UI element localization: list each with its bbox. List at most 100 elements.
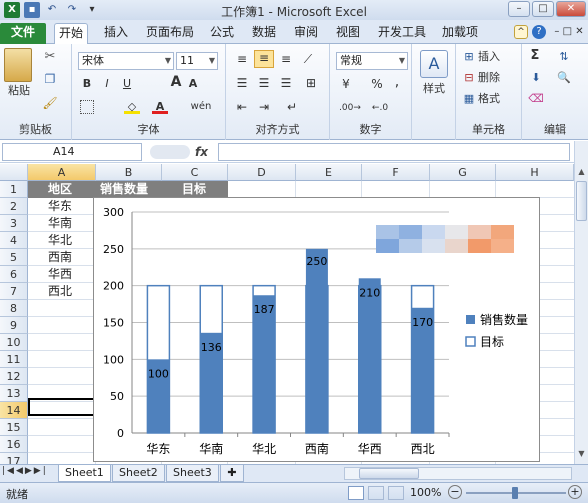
delete-cells-icon[interactable]: ⊟ xyxy=(462,71,476,85)
font-size-select[interactable]: 11 ▼ xyxy=(176,52,218,70)
row-header-14[interactable]: 14 xyxy=(0,402,28,419)
row-header-2[interactable]: 2 xyxy=(0,198,28,215)
column-header-c[interactable]: C xyxy=(162,164,228,181)
row-header-4[interactable]: 4 xyxy=(0,232,28,249)
row-header-17[interactable]: 17 xyxy=(0,453,28,464)
align-center-icon[interactable]: ☰ xyxy=(256,76,272,90)
underline-button[interactable]: U xyxy=(120,77,134,91)
cell-c1[interactable]: 目标 xyxy=(162,181,228,198)
tab-review[interactable]: 审阅 xyxy=(290,23,322,44)
column-header-b[interactable]: B xyxy=(96,164,162,181)
paste-button-label[interactable]: 粘贴 xyxy=(4,84,34,98)
row-header-5[interactable]: 5 xyxy=(0,249,28,266)
align-middle-icon[interactable]: ≡ xyxy=(254,50,274,68)
cut-icon[interactable]: ✂ xyxy=(42,50,58,64)
row-header-10[interactable]: 10 xyxy=(0,334,28,351)
column-header-e[interactable]: E xyxy=(296,164,362,181)
tab-addins[interactable]: 加载项 xyxy=(438,23,482,44)
sheet-tab-2[interactable]: Sheet2 xyxy=(112,465,165,482)
bold-button[interactable]: B xyxy=(80,77,94,91)
shrink-font-icon[interactable]: A xyxy=(186,77,200,91)
page-break-view-icon[interactable] xyxy=(388,486,404,500)
vertical-scrollbar[interactable]: ▲ ▼ xyxy=(574,141,588,465)
workbook-window-controls[interactable]: – □ ✕ xyxy=(552,25,586,39)
number-format-select[interactable]: 常规 ▼ xyxy=(336,52,408,70)
scroll-up-icon[interactable]: ▲ xyxy=(576,165,587,179)
column-header-a[interactable]: A xyxy=(28,164,96,181)
selected-cell-a14[interactable] xyxy=(28,398,98,416)
select-all-corner[interactable] xyxy=(0,164,28,181)
close-button[interactable]: ✕ xyxy=(556,1,586,17)
cell-a2[interactable]: 华东 xyxy=(28,198,96,215)
cell-b1[interactable]: 销售数量 xyxy=(96,181,162,198)
styles-button-label[interactable]: 样式 xyxy=(416,82,452,96)
row-header-13[interactable]: 13 xyxy=(0,385,28,402)
tab-insert[interactable]: 插入 xyxy=(100,23,132,44)
row-header-8[interactable]: 8 xyxy=(0,300,28,317)
format-cells-icon[interactable]: ▦ xyxy=(462,92,476,106)
tab-page-layout[interactable]: 页面布局 xyxy=(142,23,198,44)
help-icon[interactable]: ? xyxy=(532,25,546,39)
row-header-9[interactable]: 9 xyxy=(0,317,28,334)
row-header-6[interactable]: 6 xyxy=(0,266,28,283)
column-chart[interactable]: 0 50 100 150 200 250 300 100 华东 136 华南 187 华北 250 西南 21… xyxy=(93,197,540,462)
italic-button[interactable]: I xyxy=(100,77,114,91)
wrap-text-icon[interactable]: ↵ xyxy=(284,100,300,114)
zoom-in-button[interactable]: + xyxy=(568,485,582,499)
insert-function-button[interactable]: fx xyxy=(195,143,217,161)
fill-icon[interactable]: ⬇ xyxy=(528,71,544,85)
grow-font-icon[interactable]: A xyxy=(168,75,184,89)
cell-a7[interactable]: 西北 xyxy=(28,283,96,300)
tab-view[interactable]: 视图 xyxy=(332,23,364,44)
increase-decimal-icon[interactable]: .00→ xyxy=(338,101,362,115)
decrease-decimal-icon[interactable]: ←.0 xyxy=(368,101,392,115)
scroll-thumb[interactable] xyxy=(576,181,587,221)
insert-button[interactable]: 插入 xyxy=(478,50,510,64)
tab-formulas[interactable]: 公式 xyxy=(206,23,238,44)
scroll-down-icon[interactable]: ▼ xyxy=(576,447,587,461)
font-name-select[interactable]: 宋体 ▼ xyxy=(78,52,174,70)
copy-icon[interactable]: ❐ xyxy=(42,72,58,86)
font-color-icon[interactable]: A xyxy=(152,100,168,114)
formula-input[interactable] xyxy=(218,143,570,161)
horizontal-scrollbar[interactable] xyxy=(344,467,572,480)
tab-data[interactable]: 数据 xyxy=(248,23,280,44)
insert-cells-icon[interactable]: ⊞ xyxy=(462,50,476,64)
cell-a4[interactable]: 华北 xyxy=(28,232,96,249)
new-sheet-icon[interactable]: ✚ xyxy=(220,465,244,482)
increase-indent-icon[interactable]: ⇥ xyxy=(256,100,272,114)
tab-developer[interactable]: 开发工具 xyxy=(374,23,430,44)
maximize-button[interactable]: □ xyxy=(532,1,554,17)
percent-button[interactable]: % xyxy=(370,77,384,91)
zoom-slider-thumb[interactable] xyxy=(512,487,518,499)
format-painter-icon[interactable]: 🖌 xyxy=(42,96,58,110)
ribbon-minimize-icon[interactable]: ^ xyxy=(514,25,528,39)
sheet-nav-icon[interactable]: |◀◀▶▶| xyxy=(2,466,58,476)
delete-button[interactable]: 删除 xyxy=(478,71,510,85)
row-header-11[interactable]: 11 xyxy=(0,351,28,368)
clear-icon[interactable]: ⌫ xyxy=(528,92,544,106)
cell-a3[interactable]: 华南 xyxy=(28,215,96,232)
row-header-7[interactable]: 7 xyxy=(0,283,28,300)
tab-file[interactable]: 文件 xyxy=(0,23,46,44)
minimize-button[interactable]: – xyxy=(508,1,530,17)
cell-a1[interactable]: 地区 xyxy=(28,181,96,198)
align-right-icon[interactable]: ☰ xyxy=(278,76,294,90)
column-header-g[interactable]: G xyxy=(430,164,496,181)
zoom-level[interactable]: 100% xyxy=(410,486,441,499)
find-select-icon[interactable]: 🔍 xyxy=(556,71,572,85)
merge-center-icon[interactable]: ⊞ xyxy=(300,76,322,90)
h-scroll-thumb[interactable] xyxy=(359,468,419,479)
name-box[interactable]: A14 xyxy=(2,143,142,161)
comma-button[interactable]: , xyxy=(390,75,404,89)
decrease-indent-icon[interactable]: ⇤ xyxy=(234,100,250,114)
phonetic-icon[interactable]: wén xyxy=(190,100,212,114)
currency-button[interactable]: ¥ xyxy=(338,77,354,91)
column-header-f[interactable]: F xyxy=(362,164,430,181)
cell-a6[interactable]: 华西 xyxy=(28,266,96,283)
row-header-15[interactable]: 15 xyxy=(0,419,28,436)
align-top-icon[interactable]: ≡ xyxy=(234,52,250,66)
normal-view-icon[interactable] xyxy=(348,486,364,500)
zoom-out-button[interactable]: − xyxy=(448,485,462,499)
paste-icon[interactable] xyxy=(4,48,32,82)
